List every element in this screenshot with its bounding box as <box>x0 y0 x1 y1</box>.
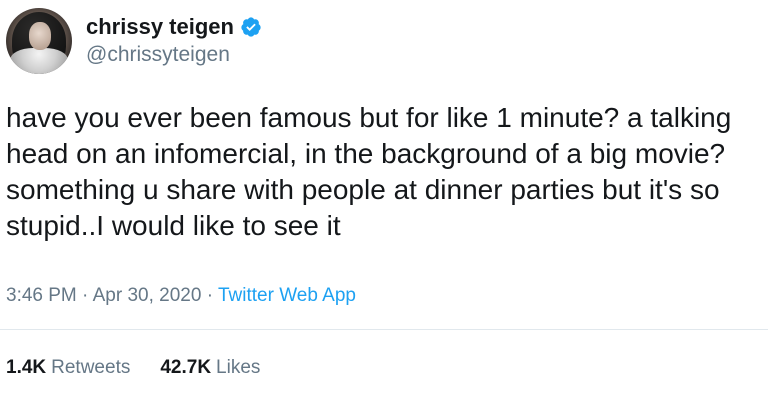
tweet-header: chrissy teigen @chrissyteigen <box>6 6 262 76</box>
tweet-text: have you ever been famous but for like 1… <box>6 102 732 241</box>
retweets-stat[interactable]: 1.4K Retweets <box>6 356 130 380</box>
tweet-date[interactable]: Apr 30, 2020 <box>93 285 202 306</box>
name-row: chrissy teigen <box>86 14 262 40</box>
tweet-card: chrissy teigen @chrissyteigen have you e… <box>0 0 768 402</box>
tweet-meta: 3:46 PM · Apr 30, 2020 · Twitter Web App <box>6 284 356 308</box>
tweet-time[interactable]: 3:46 PM <box>6 285 77 306</box>
likes-count: 42.7K <box>160 357 212 378</box>
likes-label: Likes <box>216 357 261 378</box>
retweets-count: 1.4K <box>6 357 47 378</box>
meta-separator: · <box>206 285 214 306</box>
likes-stat[interactable]: 42.7K Likes <box>160 356 260 380</box>
avatar-face <box>29 22 51 50</box>
avatar[interactable] <box>6 8 72 74</box>
tweet-stats: 1.4K Retweets 42.7K Likes <box>6 356 290 380</box>
avatar-fur-coat <box>10 48 68 74</box>
meta-separator: · <box>82 285 89 306</box>
handle[interactable]: @chrissyteigen <box>86 42 262 68</box>
tweet-source-link[interactable]: Twitter Web App <box>218 285 356 306</box>
author-names: chrissy teigen @chrissyteigen <box>86 14 262 68</box>
display-name[interactable]: chrissy teigen <box>86 14 234 40</box>
verified-badge-icon <box>241 17 261 37</box>
retweets-label: Retweets <box>51 357 131 378</box>
divider <box>0 329 768 330</box>
